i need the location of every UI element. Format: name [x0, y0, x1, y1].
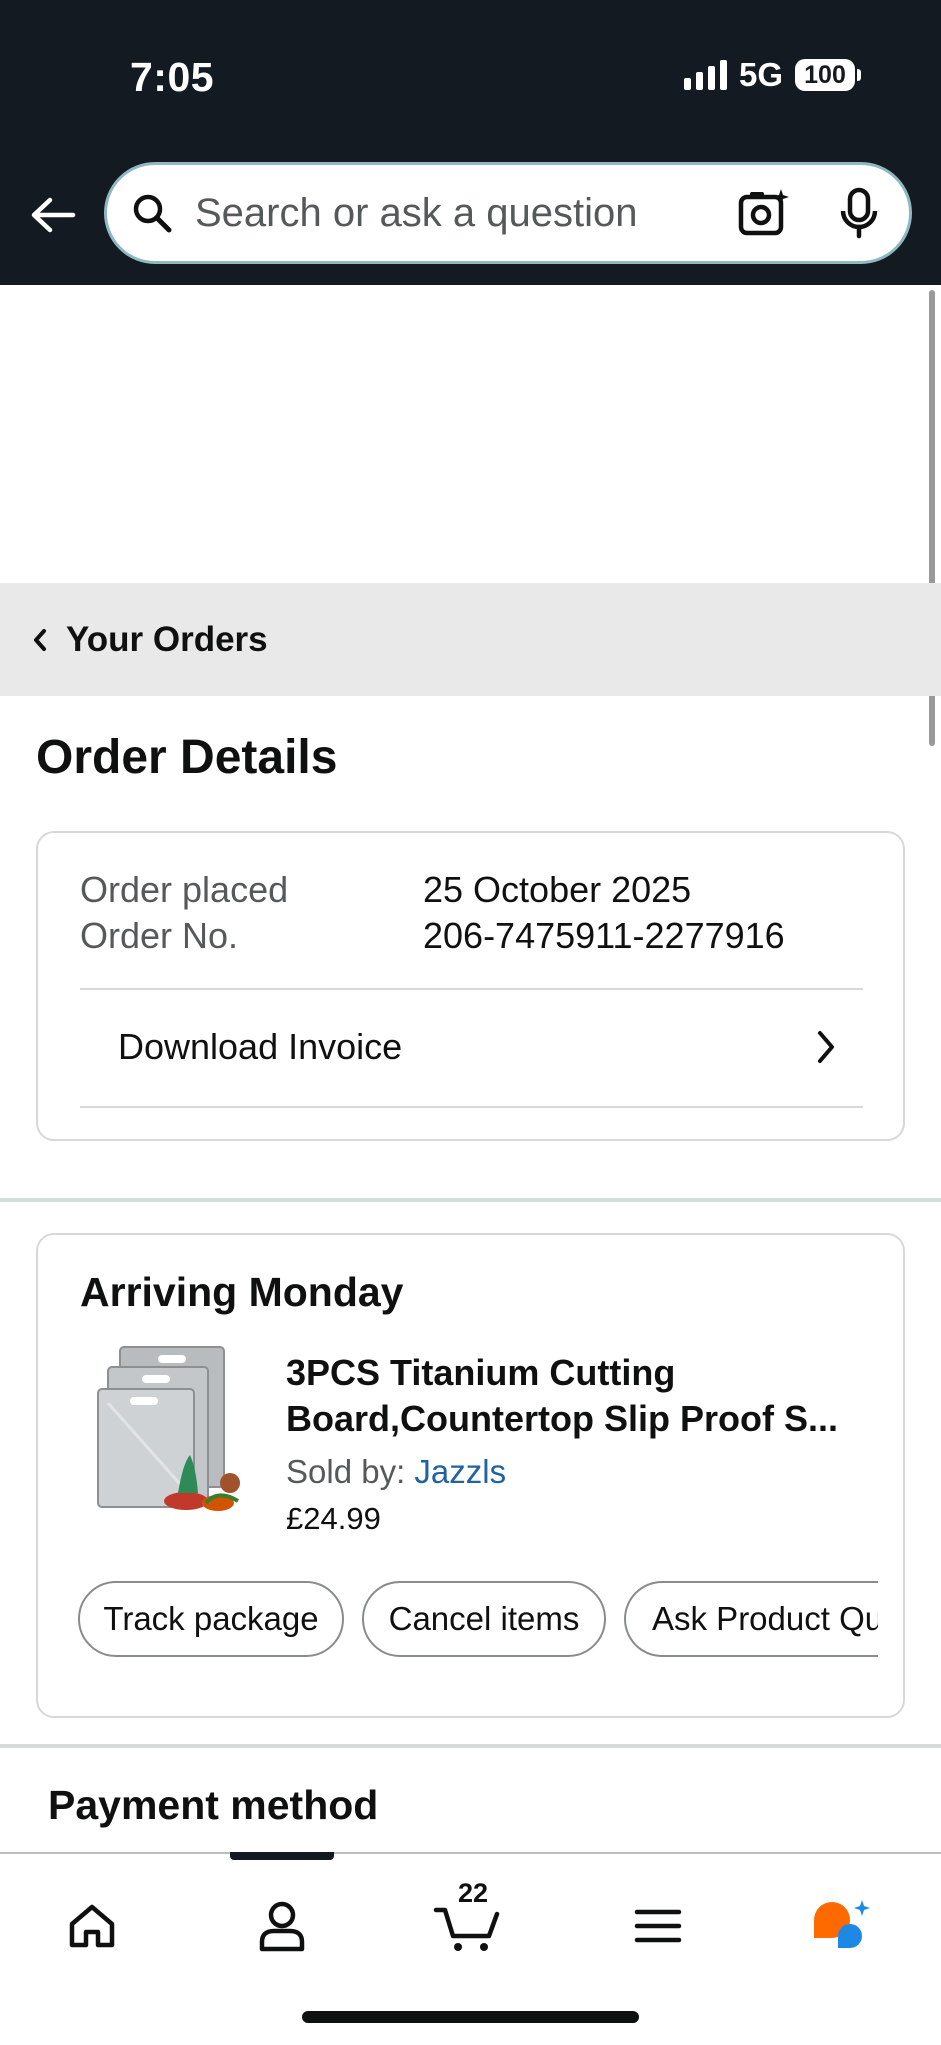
product-title-line: 3PCS Titanium Cutting	[286, 1352, 676, 1393]
order-placed-value: 25 October 2025	[423, 869, 692, 910]
menu-icon[interactable]	[618, 1886, 698, 1966]
microphone-icon[interactable]	[837, 186, 881, 240]
home-indicator[interactable]	[302, 2011, 639, 2023]
account-icon[interactable]	[242, 1886, 322, 1966]
download-invoice-label: Download Invoice	[118, 1026, 403, 1067]
order-placed-label: Order placed	[80, 869, 289, 910]
track-package-button[interactable]: Track package	[78, 1581, 344, 1657]
order-info-card: Order placed 25 October 2025 Order No. 2…	[36, 831, 905, 1141]
breadcrumb-your-orders[interactable]: Your Orders	[66, 620, 268, 660]
download-invoice-row[interactable]: Download Invoice	[80, 988, 863, 1106]
product-title-line: Board,Countertop Slip Proof S...	[286, 1398, 838, 1439]
divider	[80, 1106, 863, 1108]
battery-icon: 100	[795, 59, 861, 91]
order-number-value: 206-7475911-2277916	[423, 915, 785, 956]
section-divider	[0, 1198, 941, 1202]
breadcrumb[interactable]: Your Orders	[0, 583, 941, 696]
product-price: £24.99	[286, 1501, 381, 1536]
payment-method-heading: Payment method	[48, 1782, 379, 1828]
signal-icon	[683, 60, 727, 90]
product-image[interactable]	[78, 1343, 246, 1515]
shipment-actions: Track package Cancel items Ask Product Q…	[78, 1581, 878, 1659]
search-icon	[129, 190, 175, 236]
battery-level: 100	[795, 59, 855, 91]
search-bar[interactable]: Search or ask a question	[104, 162, 912, 264]
search-input[interactable]: Search or ask a question	[195, 191, 737, 236]
home-icon[interactable]	[52, 1886, 132, 1966]
cart-count-badge: 22	[458, 1878, 489, 1908]
status-indicators: 5G 100	[683, 56, 861, 94]
active-tab-indicator	[230, 1852, 334, 1860]
page-title: Order Details	[36, 731, 338, 784]
chevron-left-icon	[32, 625, 52, 655]
app-header: 7:05 5G 100 Search or ask a question	[0, 0, 941, 285]
rufus-assistant-icon[interactable]	[802, 1886, 882, 1966]
sold-by: Sold by: Jazzls	[286, 1453, 506, 1491]
sold-by-label: Sold by:	[286, 1453, 415, 1490]
chevron-right-icon	[815, 1027, 841, 1067]
section-divider	[0, 1744, 941, 1748]
status-time: 7:05	[130, 54, 215, 100]
back-arrow-icon[interactable]	[28, 190, 78, 240]
order-number-label: Order No.	[80, 915, 239, 956]
cancel-items-button[interactable]: Cancel items	[362, 1581, 606, 1657]
product-title[interactable]: 3PCS Titanium Cutting Board,Countertop S…	[286, 1350, 876, 1442]
seller-link[interactable]: Jazzls	[414, 1453, 506, 1490]
shipment-card: Arriving Monday 3PCS Titanium Cutting Bo…	[36, 1233, 905, 1718]
ask-product-question-button[interactable]: Ask Product Qu	[624, 1581, 878, 1657]
network-type: 5G	[738, 56, 783, 93]
delivery-status: Arriving Monday	[80, 1269, 404, 1315]
camera-lens-icon[interactable]	[737, 186, 791, 240]
banner-space	[0, 285, 941, 582]
